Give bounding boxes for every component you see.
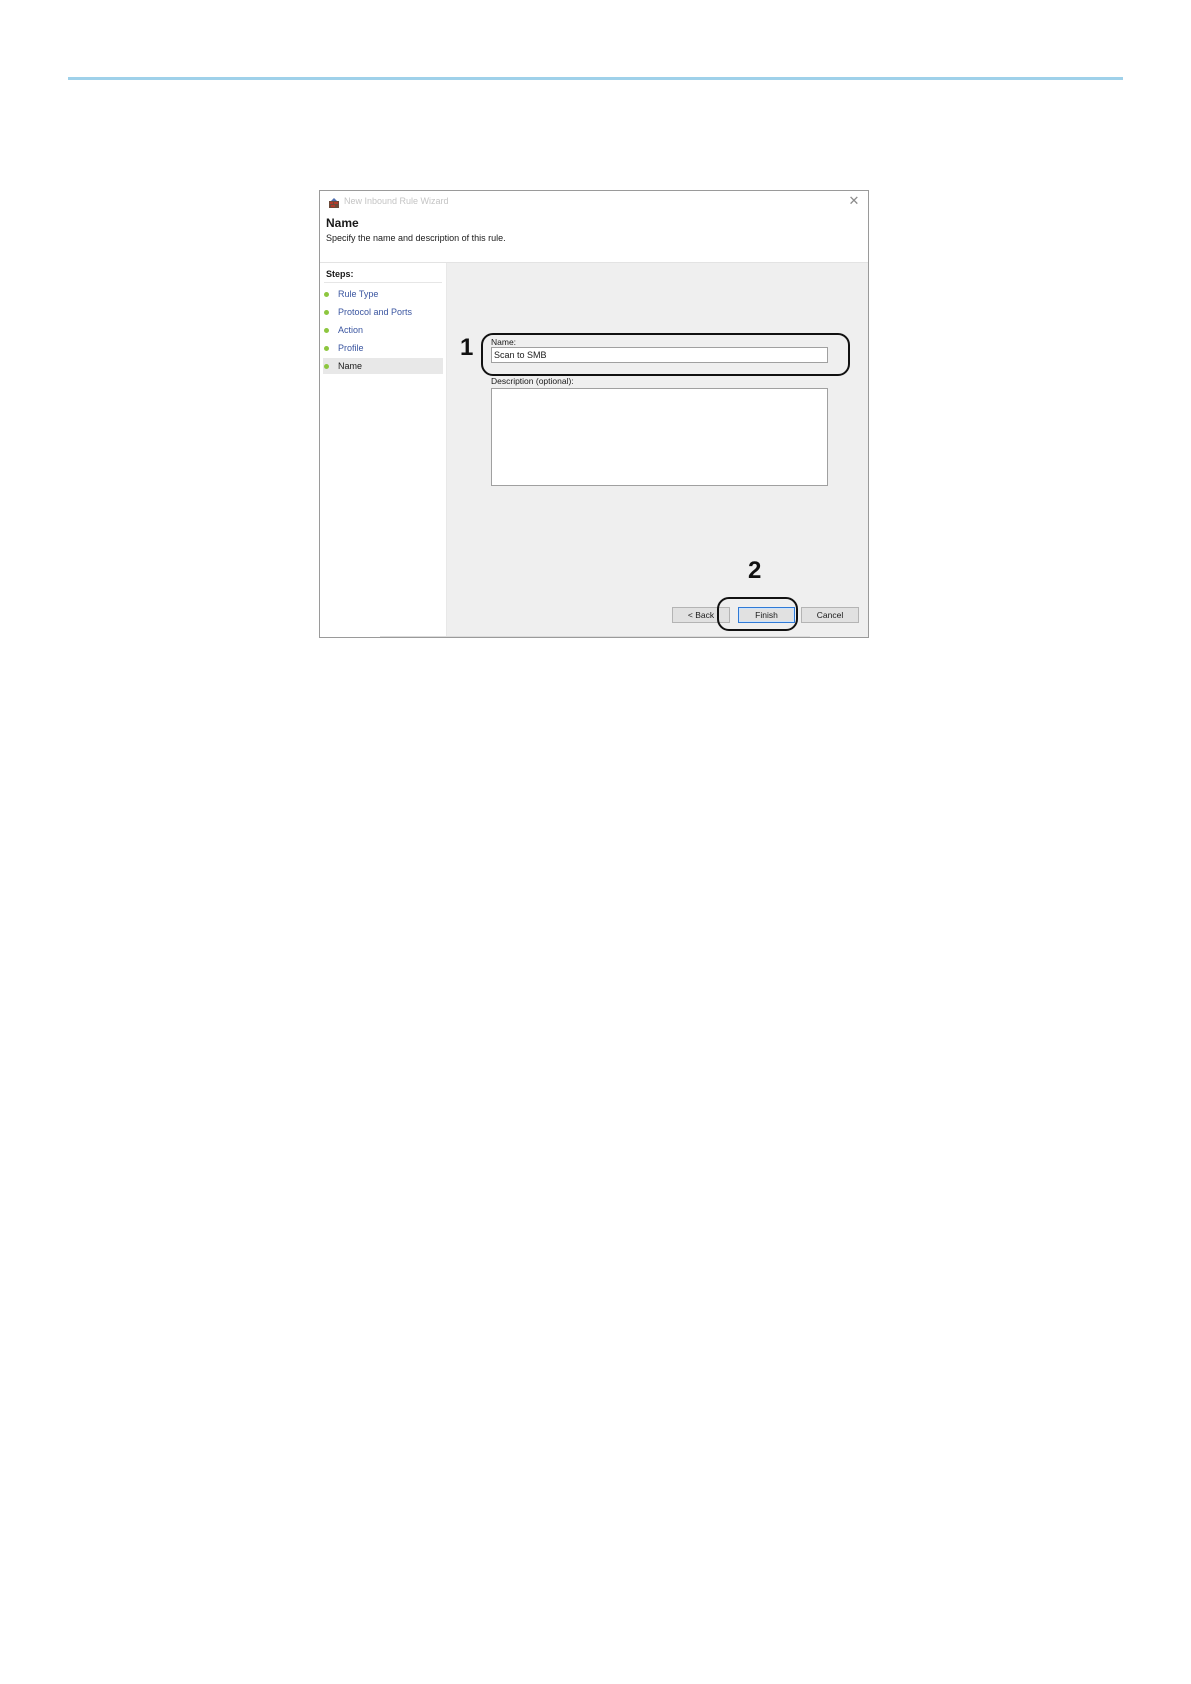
- description-field-label: Description (optional):: [491, 376, 574, 386]
- step-status-dot-icon: [324, 346, 329, 351]
- bottom-edge: [380, 636, 810, 637]
- page-title: Name: [326, 216, 359, 230]
- steps-panel: Steps: Rule Type Protocol and Ports Acti…: [320, 263, 447, 637]
- header-rule: [68, 77, 1123, 80]
- step-rule-type[interactable]: Rule Type: [323, 286, 443, 302]
- step-status-dot-icon: [324, 328, 329, 333]
- step-status-dot-icon: [324, 364, 329, 369]
- description-field[interactable]: [491, 388, 828, 486]
- wizard-header: Name Specify the name and description of…: [320, 213, 868, 251]
- title-bar: New Inbound Rule Wizard ✕: [320, 191, 868, 213]
- step-label: Rule Type: [338, 289, 379, 299]
- page-subtitle: Specify the name and description of this…: [326, 233, 506, 243]
- step-action[interactable]: Action: [323, 322, 443, 338]
- steps-divider: [324, 282, 442, 283]
- step-label: Action: [338, 325, 364, 335]
- step-label: Protocol and Ports: [338, 307, 413, 317]
- steps-heading: Steps:: [326, 269, 354, 279]
- step-status-dot-icon: [324, 292, 329, 297]
- cancel-button[interactable]: Cancel: [801, 607, 859, 623]
- close-icon[interactable]: ✕: [846, 193, 862, 209]
- step-protocol-and-ports[interactable]: Protocol and Ports: [323, 304, 443, 320]
- finish-button[interactable]: Finish: [738, 607, 795, 623]
- step-status-dot-icon: [324, 310, 329, 315]
- step-name[interactable]: Name: [323, 358, 443, 374]
- callout-number-1: 1: [460, 334, 474, 361]
- callout-number-2: 2: [748, 557, 762, 584]
- new-rule-wizard-dialog: New Inbound Rule Wizard ✕ Name Specify t…: [319, 190, 869, 638]
- firewall-wizard-icon: [328, 196, 340, 208]
- back-button[interactable]: < Back: [672, 607, 730, 623]
- name-field[interactable]: [491, 347, 828, 363]
- window-title: New Inbound Rule Wizard: [344, 196, 449, 206]
- step-profile[interactable]: Profile: [323, 340, 443, 356]
- name-field-label: Name:: [491, 337, 517, 347]
- step-label: Name: [338, 361, 363, 371]
- step-label: Profile: [338, 343, 364, 353]
